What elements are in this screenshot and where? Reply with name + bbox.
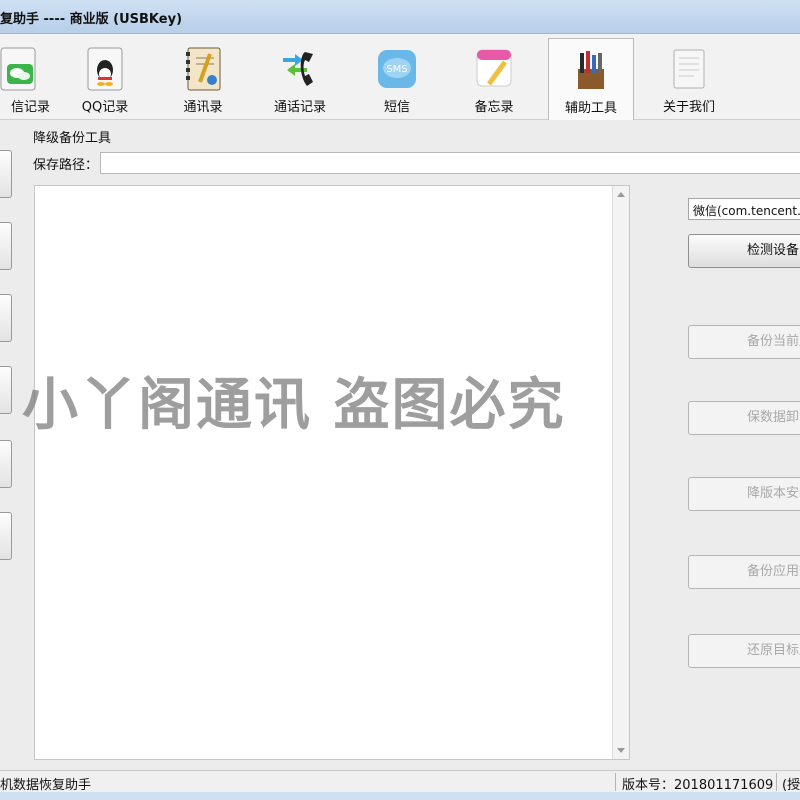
side-button[interactable] bbox=[0, 294, 12, 342]
log-output-area[interactable] bbox=[34, 185, 630, 760]
status-license: (授 bbox=[782, 778, 800, 793]
tab-label: 关于我们 bbox=[662, 100, 715, 115]
backup-app-data-button[interactable]: 备份应用数 bbox=[688, 555, 800, 589]
restore-target-app-button[interactable]: 还原目标应 bbox=[688, 634, 800, 668]
backup-current-app-button[interactable]: 备份当前应 bbox=[688, 325, 800, 359]
keep-data-uninstall-button[interactable]: 保数据卸载应 bbox=[688, 401, 800, 435]
downgrade-install-button[interactable]: 降版本安装应 bbox=[688, 477, 800, 511]
tab-helper-tools[interactable]: 辅助工具 bbox=[548, 38, 634, 120]
phone-icon bbox=[283, 52, 313, 86]
tab-label: 辅助工具 bbox=[564, 101, 617, 116]
tab-memo[interactable]: 备忘录 bbox=[462, 38, 526, 118]
tab-call-log[interactable]: 通话记录 bbox=[262, 38, 338, 118]
status-divider bbox=[776, 773, 777, 791]
side-button[interactable] bbox=[0, 512, 12, 560]
save-path-input[interactable] bbox=[100, 152, 800, 174]
status-divider bbox=[615, 773, 616, 791]
side-button[interactable] bbox=[0, 366, 12, 414]
scroll-down-icon[interactable] bbox=[617, 748, 625, 753]
tab-wechat-records[interactable]: 信记录 bbox=[0, 38, 50, 118]
tab-label: 信记录 bbox=[10, 100, 50, 115]
status-app-name: 机数据恢复助手 bbox=[0, 778, 92, 793]
tab-sms[interactable]: SMS 短信 bbox=[366, 38, 428, 118]
about-icon bbox=[673, 49, 705, 89]
tab-contacts[interactable]: 通讯录 bbox=[168, 38, 238, 118]
main-toolbar: 信记录 QQ记录 通讯录 通话记录 SMS 短信 备忘录 辅助工具 关于我们 bbox=[0, 34, 800, 120]
panel-title: 降级备份工具 bbox=[33, 131, 112, 146]
window-bottom-border bbox=[0, 792, 800, 800]
sms-icon: SMS bbox=[378, 50, 416, 88]
tools-icon bbox=[578, 51, 604, 89]
window-title: 复助手 ---- 商业版 (USBKey) bbox=[0, 12, 183, 27]
status-bar: 机数据恢复助手 版本号：201801171609 (授 bbox=[0, 770, 800, 793]
tab-label: 备忘录 bbox=[474, 100, 514, 115]
tab-qq-records[interactable]: QQ记录 bbox=[72, 38, 138, 118]
app-select[interactable]: 微信(com.tencent.m bbox=[688, 198, 800, 220]
tab-label: 短信 bbox=[383, 100, 410, 115]
log-scrollbar[interactable] bbox=[612, 186, 629, 759]
tab-about-us[interactable]: 关于我们 bbox=[652, 38, 726, 118]
detect-device-button[interactable]: 检测设备 bbox=[688, 234, 800, 268]
status-version: 版本号：201801171609 bbox=[622, 778, 774, 793]
scroll-up-icon[interactable] bbox=[617, 192, 625, 197]
memo-icon bbox=[476, 49, 512, 87]
side-button[interactable] bbox=[0, 150, 12, 198]
qq-icon bbox=[87, 47, 123, 91]
side-button[interactable] bbox=[0, 222, 12, 270]
contacts-icon bbox=[186, 47, 221, 91]
tab-label: QQ记录 bbox=[81, 100, 129, 115]
sms-icon-text: SMS bbox=[386, 64, 407, 75]
title-bar: 复助手 ---- 商业版 (USBKey) bbox=[0, 0, 800, 34]
tab-label: 通讯录 bbox=[183, 100, 223, 115]
wechat-icon bbox=[0, 47, 36, 91]
side-button[interactable] bbox=[0, 440, 12, 488]
save-path-label: 保存路径： bbox=[33, 158, 99, 173]
tab-label: 通话记录 bbox=[273, 100, 326, 115]
